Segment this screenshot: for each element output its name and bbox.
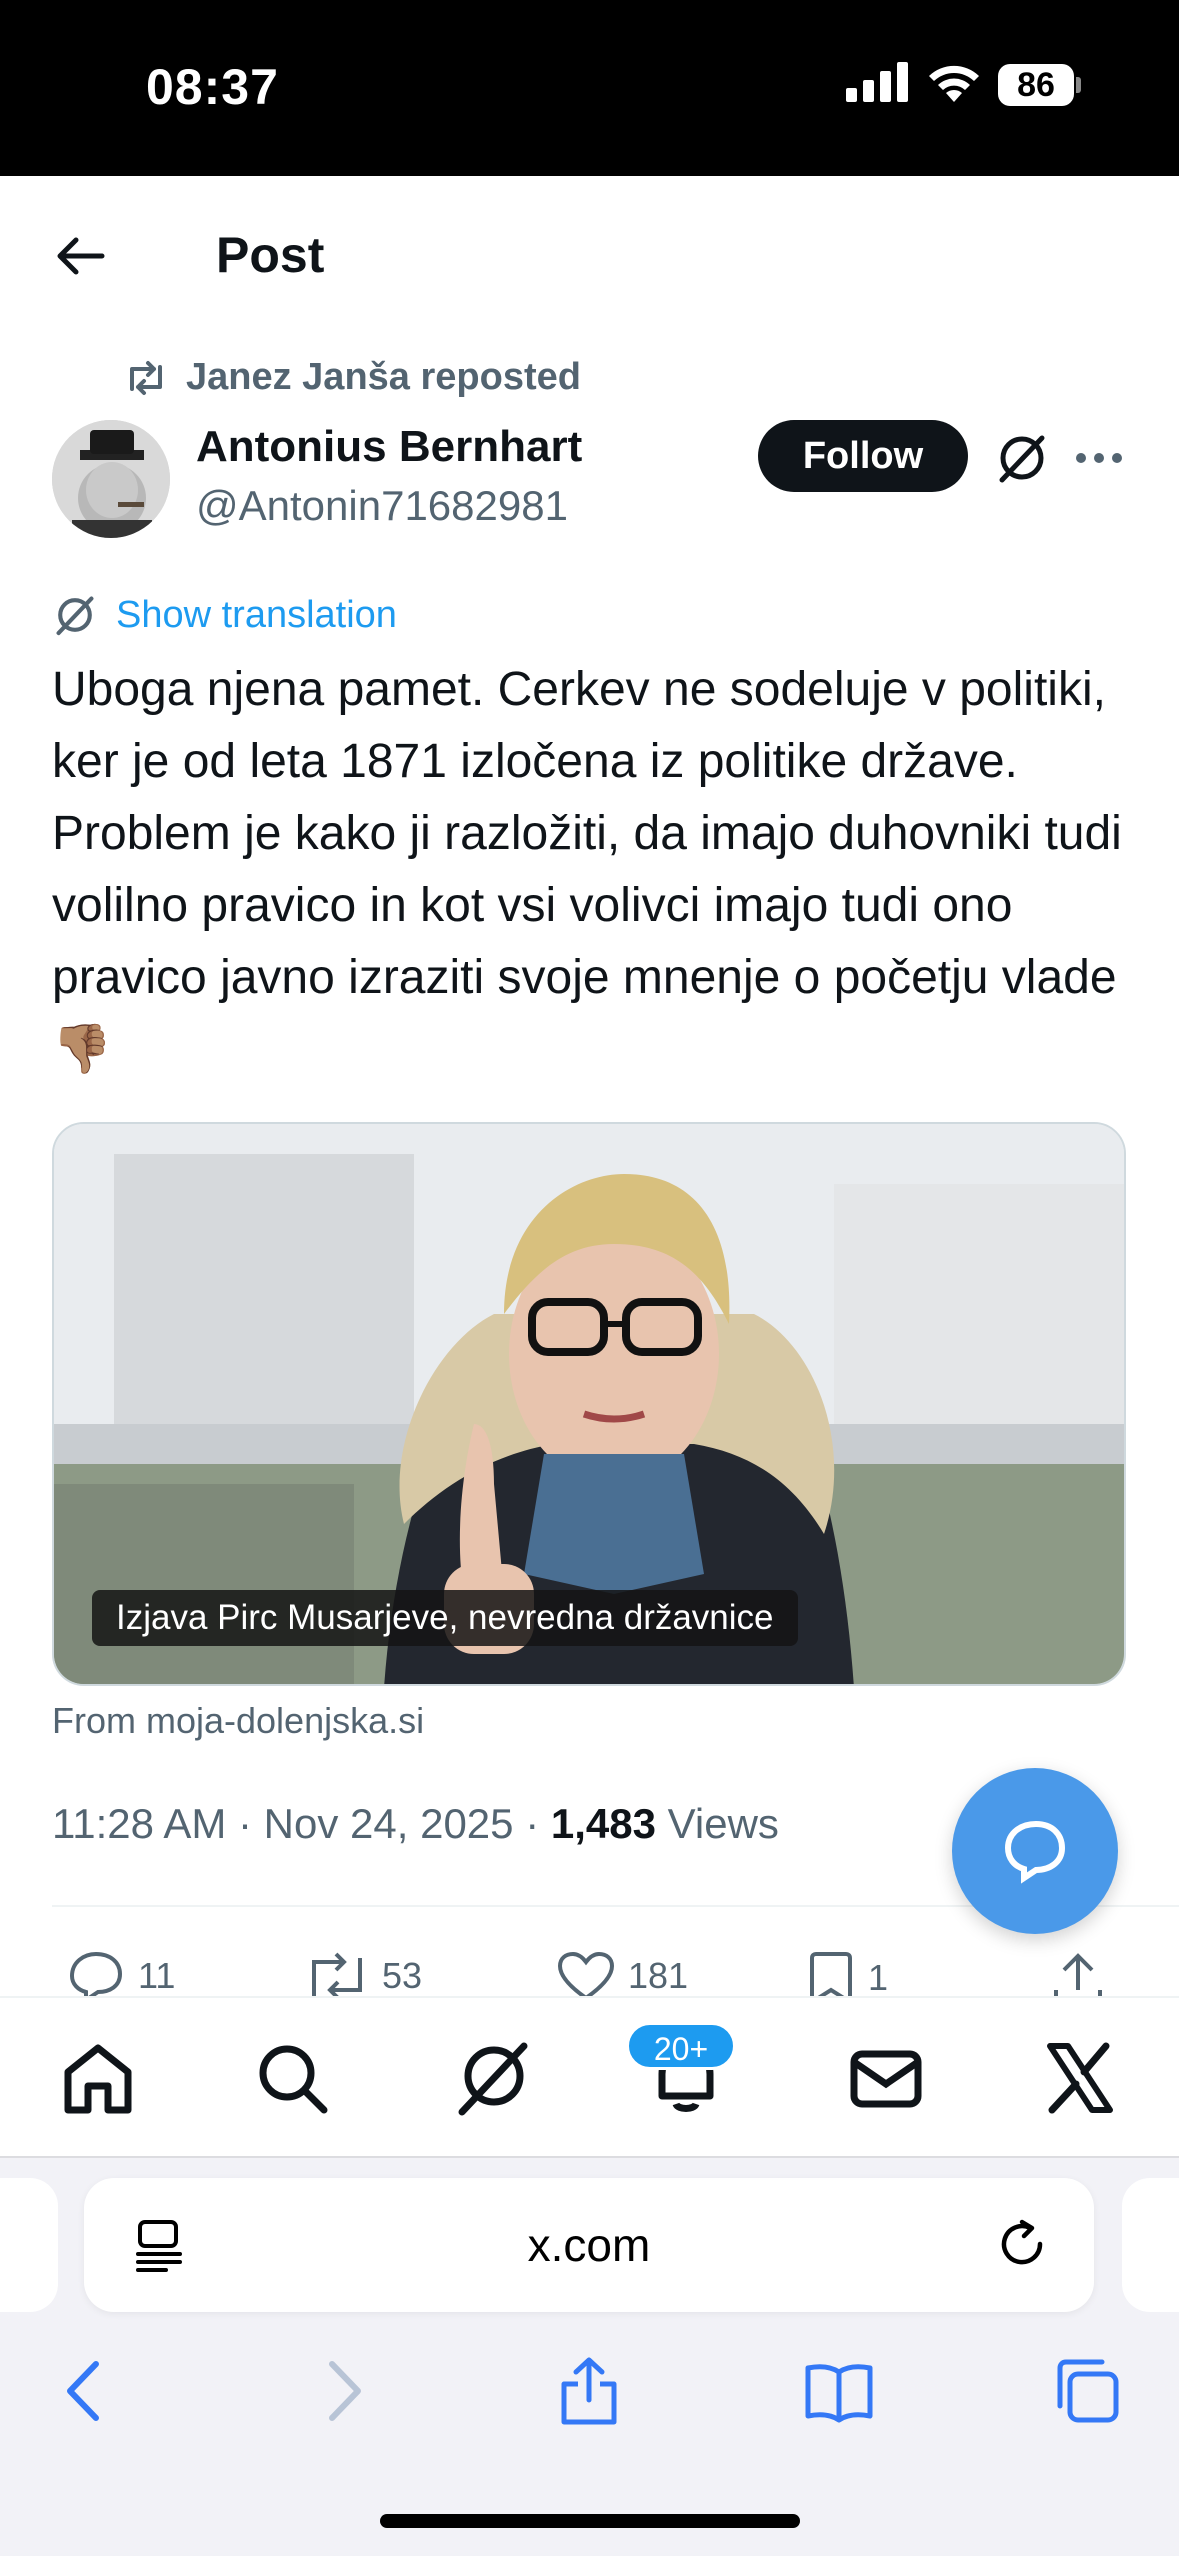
x-logo-icon[interactable] [1040,2038,1120,2118]
post-header: Post [0,176,1179,336]
reply-fab-button[interactable] [952,1768,1118,1934]
bookmarks-icon[interactable] [804,2356,874,2426]
home-icon[interactable] [58,2038,138,2118]
grok-icon [56,596,94,636]
notifications-badge: 20+ [626,2022,736,2070]
link-source[interactable]: From moja-dolenjska.si [52,1700,424,1742]
search-icon[interactable] [252,2038,332,2118]
address-bar[interactable]: x.com [84,2178,1094,2312]
wifi-icon [929,65,979,102]
like-icon [557,1951,615,1996]
back-arrow-icon[interactable] [52,228,108,284]
action-row: 11 53 181 1 [0,1940,1179,1996]
reply-icon [69,1951,123,1996]
grok-icon[interactable] [994,430,1050,486]
avatar[interactable] [52,420,170,538]
repost-context[interactable]: Janez Janša reposted [124,356,581,399]
url-text: x.com [527,2219,651,2271]
like-action[interactable]: 181 [556,1950,688,1996]
reply-icon [1004,1820,1066,1884]
post-date: Nov 24, 2025 [263,1800,514,1847]
status-time: 08:37 [146,59,279,115]
browser-back-icon[interactable] [52,2356,122,2426]
share-icon [1054,1953,1102,1996]
browser-forward-icon[interactable] [306,2356,376,2426]
share-action[interactable] [1050,1950,1106,1996]
tabs-icon[interactable] [1052,2356,1122,2426]
reply-action[interactable]: 11 [66,1950,175,1996]
like-count: 181 [628,1955,689,1996]
previous-tab-preview[interactable] [0,2178,58,2312]
views-label: Views [667,1800,779,1847]
mail-icon[interactable] [846,2038,926,2118]
tweet-text: Uboga njena pamet. Cerkev ne sodeluje v … [52,663,1122,1076]
post-time: 11:28 AM [52,1800,227,1847]
media-caption: Izjava Pirc Musarjeve, nevredna državnic… [92,1590,798,1646]
repost-action[interactable]: 53 [304,1950,422,1996]
more-icon[interactable] [1074,438,1124,478]
reply-count: 11 [138,1955,176,1996]
show-translation-link[interactable]: Show translation [52,592,397,638]
follow-button[interactable]: Follow [758,420,968,492]
author-name[interactable]: Antonius Bernhart [196,422,582,472]
bottom-tab-bar [0,1996,1179,2156]
reload-icon[interactable] [994,2216,1050,2272]
cellular-signal-icon [846,62,908,102]
next-tab-preview[interactable] [1122,2178,1179,2312]
bookmark-count: 1 [868,1957,889,1996]
show-translation-label: Show translation [116,593,397,636]
link-card-image[interactable]: Izjava Pirc Musarjeve, nevredna državnic… [52,1122,1126,1686]
status-bar: 08:37 86 [0,0,1179,176]
post-meta: 11:28 AM · Nov 24, 2025 · 1,483 Views [52,1800,779,1847]
repost-label: Janez Janša reposted [186,356,581,398]
grok-icon[interactable] [452,2038,532,2118]
bookmark-action[interactable]: 1 [806,1950,888,1996]
home-indicator [380,2514,800,2528]
repost-count: 53 [382,1955,423,1996]
page-title: Post [216,227,325,283]
repost-icon [130,360,162,395]
battery-indicator: 86 [998,64,1074,106]
battery-tip [1076,77,1081,93]
author-handle[interactable]: @Antonin71682981 [196,482,568,530]
views-count: 1,483 [550,1800,656,1847]
bookmark-icon [810,1952,852,1996]
share-icon[interactable] [554,2356,624,2426]
repost-icon [312,1952,362,1996]
